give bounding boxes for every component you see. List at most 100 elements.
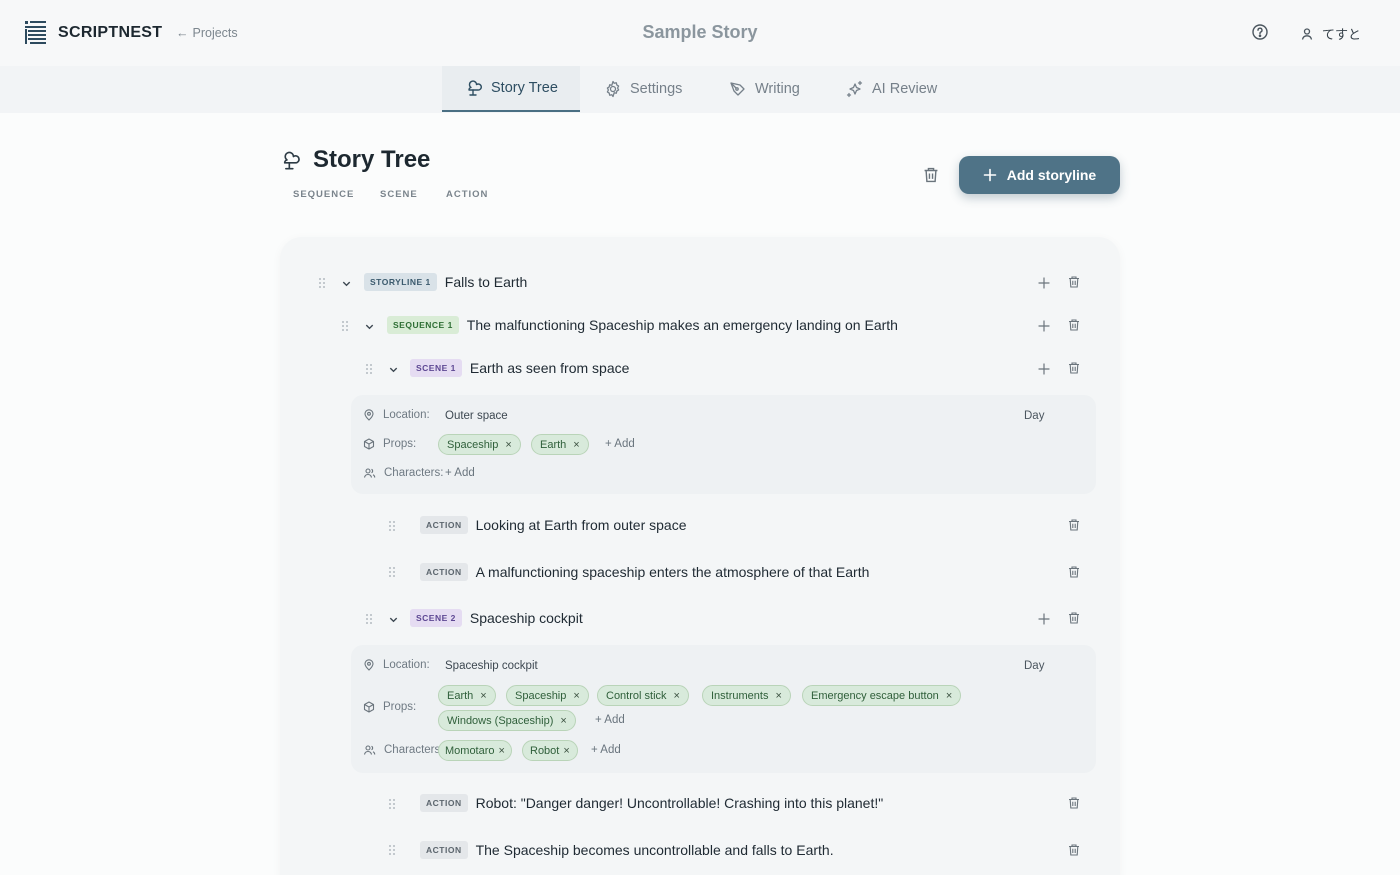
chevron-down-icon — [342, 281, 351, 287]
scene-badge: SCENE 2 — [410, 609, 462, 627]
delete-scene-button[interactable] — [1067, 361, 1081, 375]
add-character-link[interactable]: + Add — [445, 467, 475, 479]
characters-label: Characters: — [384, 744, 444, 756]
scene-title[interactable]: Spaceship cockpit — [470, 610, 583, 626]
brand-name: SCRIPTNEST — [58, 24, 163, 41]
legend-scene: SCENE — [380, 189, 418, 200]
action-text[interactable]: Robot: "Danger danger! Uncontrollable! C… — [476, 795, 884, 811]
scene-detail-box: Location: Outer space Day Props: Spacesh… — [351, 395, 1096, 494]
location-value[interactable]: Outer space — [445, 410, 508, 422]
collapse-scene-button[interactable] — [388, 614, 399, 625]
prop-chip[interactable]: Spaceship × — [438, 434, 521, 455]
action-row[interactable]: ACTION A malfunctioning spaceship enters… — [420, 558, 869, 586]
delete-action-button[interactable] — [1067, 843, 1081, 857]
remove-chip-icon[interactable]: × — [775, 690, 781, 702]
storyline-title[interactable]: Falls to Earth — [445, 274, 527, 290]
location-pin-icon — [364, 659, 374, 671]
remove-chip-icon[interactable]: × — [946, 690, 952, 702]
character-chip[interactable]: Robot × — [522, 740, 578, 761]
action-row[interactable]: ACTION The Spaceship becomes uncontrolla… — [420, 836, 834, 864]
delete-storyline-button[interactable] — [1067, 275, 1081, 289]
drag-handle-icon[interactable] — [388, 798, 396, 810]
add-prop-link[interactable]: + Add — [595, 714, 625, 726]
drag-handle-icon[interactable] — [388, 844, 396, 856]
prop-chip[interactable]: Earth × — [531, 434, 589, 455]
remove-chip-icon[interactable]: × — [560, 715, 566, 727]
trash-icon — [1069, 844, 1079, 856]
delete-action-button[interactable] — [1067, 565, 1081, 579]
remove-chip-icon[interactable]: × — [573, 690, 579, 702]
drag-handle-icon[interactable] — [388, 520, 396, 532]
action-row[interactable]: ACTION Looking at Earth from outer space — [420, 511, 687, 539]
tab-ai-review[interactable]: AI Review — [846, 66, 937, 112]
prop-chip[interactable]: Earth × — [438, 685, 496, 706]
add-storyline-button[interactable]: Add storyline — [959, 156, 1120, 194]
remove-chip-icon[interactable]: × — [505, 439, 511, 451]
storyline-row[interactable]: STORYLINE 1 Falls to Earth — [364, 268, 527, 296]
drag-handle-icon[interactable] — [365, 613, 373, 625]
prop-chip[interactable]: Instruments × — [702, 685, 791, 706]
plus-icon — [1038, 613, 1050, 625]
collapse-scene-button[interactable] — [388, 364, 399, 375]
character-chip[interactable]: Momotaro × — [438, 740, 512, 761]
remove-chip-icon[interactable]: × — [480, 690, 486, 702]
tab-writing[interactable]: Writing — [729, 66, 800, 112]
add-sequence-button[interactable] — [1038, 277, 1050, 289]
add-action-button[interactable] — [1038, 613, 1050, 625]
remove-chip-icon[interactable]: × — [499, 745, 505, 757]
help-button[interactable] — [1251, 23, 1269, 41]
prop-chip[interactable]: Windows (Spaceship) × — [438, 710, 576, 731]
prop-chip[interactable]: Control stick × — [597, 685, 689, 706]
add-prop-link[interactable]: + Add — [605, 438, 635, 450]
delete-scene-button[interactable] — [1067, 611, 1081, 625]
drag-handle-icon[interactable] — [318, 277, 326, 289]
location-value[interactable]: Spaceship cockpit — [445, 660, 538, 672]
prop-chip[interactable]: Spaceship × — [506, 685, 589, 706]
back-to-projects-link[interactable]: ← Projects — [176, 26, 238, 40]
brand-logo[interactable]: SCRIPTNEST — [24, 20, 162, 46]
time-of-day[interactable]: Day — [1024, 410, 1044, 422]
back-link-label: Projects — [192, 26, 238, 40]
user-menu-button[interactable]: てすと — [1300, 24, 1361, 43]
remove-chip-icon[interactable]: × — [563, 745, 569, 757]
remove-chip-icon[interactable]: × — [573, 439, 579, 451]
add-action-button[interactable] — [1038, 363, 1050, 375]
prop-chip[interactable]: Emergency escape button × — [802, 685, 962, 706]
users-icon — [363, 745, 376, 755]
add-scene-button[interactable] — [1038, 320, 1050, 332]
collapse-storyline-button[interactable] — [341, 278, 352, 289]
chip-label: Windows (Spaceship) — [447, 714, 554, 727]
drag-handle-icon[interactable] — [341, 320, 349, 332]
sequence-row[interactable]: SEQUENCE 1 The malfunctioning Spaceship … — [387, 311, 898, 339]
chip-label: Earth — [540, 438, 567, 451]
chip-label: Momotaro — [445, 744, 495, 757]
action-text[interactable]: The Spaceship becomes uncontrollable and… — [476, 842, 834, 858]
scene-row[interactable]: SCENE 2 Spaceship cockpit — [410, 604, 583, 632]
drag-handle-icon[interactable] — [365, 363, 373, 375]
action-text[interactable]: A malfunctioning spaceship enters the at… — [476, 564, 870, 580]
delete-action-button[interactable] — [1067, 518, 1081, 532]
delete-all-button[interactable] — [922, 166, 940, 184]
tree-icon — [468, 80, 482, 96]
delete-sequence-button[interactable] — [1067, 318, 1081, 332]
time-of-day[interactable]: Day — [1024, 660, 1044, 672]
trash-icon — [1069, 797, 1079, 809]
scene-row[interactable]: SCENE 1 Earth as seen from space — [410, 354, 629, 382]
sequence-title[interactable]: The malfunctioning Spaceship makes an em… — [467, 317, 898, 333]
location-label: Location: — [383, 409, 430, 421]
gear-icon — [606, 80, 620, 98]
drag-handle-icon[interactable] — [388, 566, 396, 578]
chevron-down-icon — [389, 367, 398, 373]
trash-icon — [924, 167, 938, 183]
collapse-sequence-button[interactable] — [364, 321, 375, 332]
delete-action-button[interactable] — [1067, 796, 1081, 810]
tab-settings[interactable]: Settings — [604, 66, 682, 112]
tab-story-tree[interactable]: Story Tree — [442, 66, 580, 112]
plus-icon — [1038, 320, 1050, 332]
location-label: Location: — [383, 659, 430, 671]
add-character-link[interactable]: + Add — [591, 744, 621, 756]
action-row[interactable]: ACTION Robot: "Danger danger! Uncontroll… — [420, 789, 883, 817]
scene-title[interactable]: Earth as seen from space — [470, 360, 630, 376]
remove-chip-icon[interactable]: × — [674, 690, 680, 702]
action-text[interactable]: Looking at Earth from outer space — [476, 517, 687, 533]
